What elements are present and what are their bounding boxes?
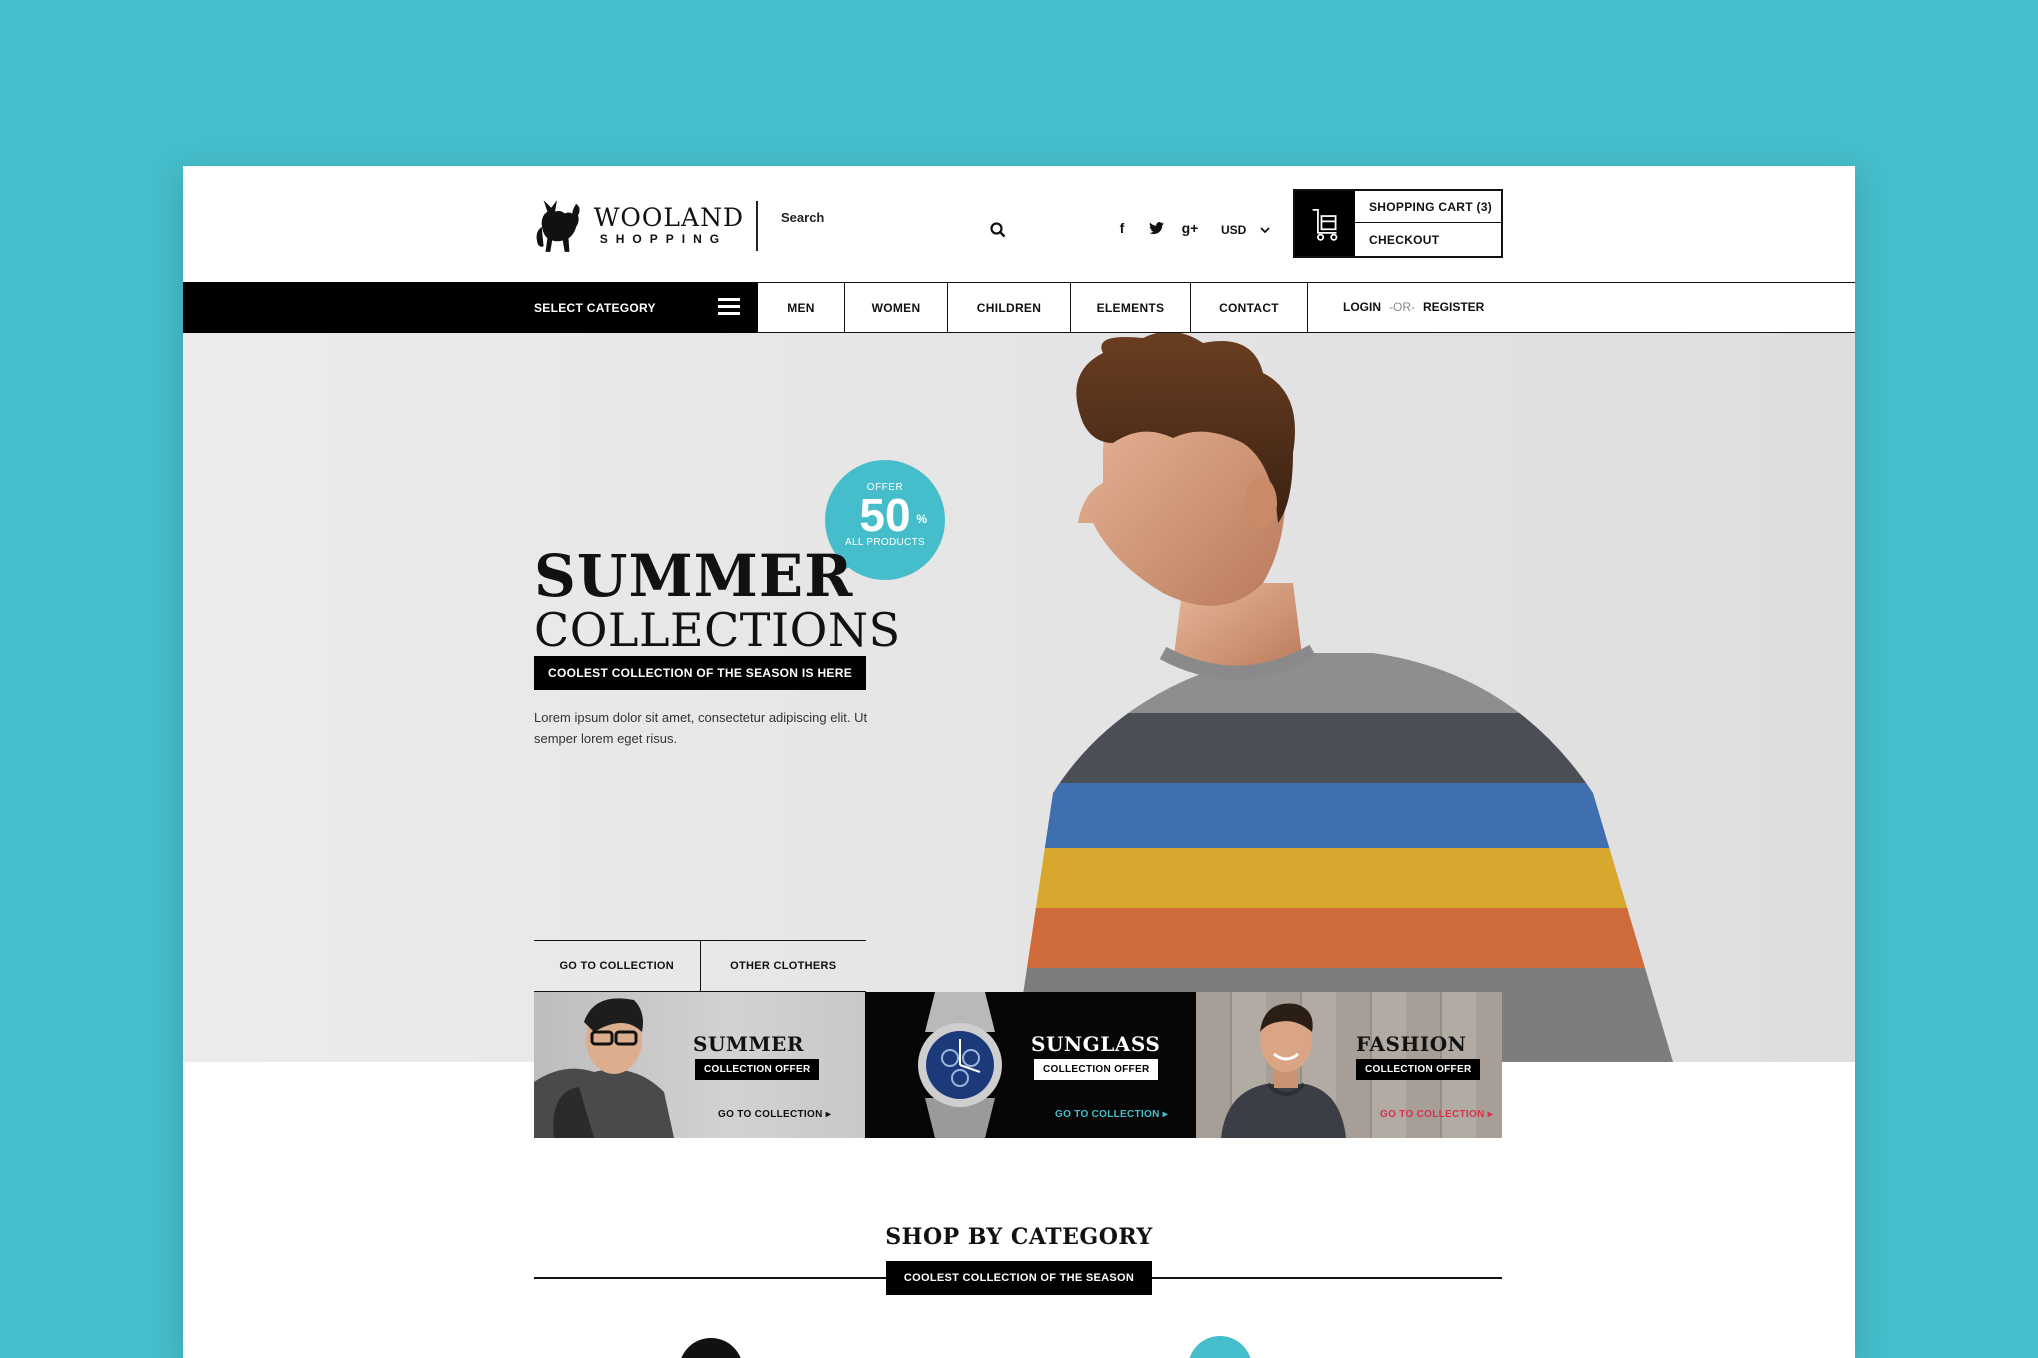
hero-model-image bbox=[1013, 333, 1673, 1062]
google-plus-icon[interactable]: g+ bbox=[1181, 219, 1199, 237]
hero-title: SUMMER COLLECTIONS bbox=[534, 542, 901, 657]
tile-badge: COLLECTION OFFER bbox=[1034, 1059, 1159, 1080]
promo-tiles: SUMMER COLLECTION OFFER GO TO COLLECTION… bbox=[534, 992, 1502, 1138]
nav-item-men[interactable]: MEN bbox=[758, 283, 845, 332]
cat-logo-icon bbox=[536, 200, 580, 252]
brand-subtitle: SHOPPING bbox=[599, 232, 728, 246]
logo-divider bbox=[756, 201, 758, 251]
nav-item-children[interactable]: CHILDREN bbox=[948, 283, 1071, 332]
tile-link[interactable]: GO TO COLLECTION ▸ bbox=[1055, 1109, 1168, 1120]
or-separator: -OR- bbox=[1389, 300, 1415, 314]
select-category-label: SELECT CATEGORY bbox=[534, 301, 656, 315]
hero-tagline: COOLEST COLLECTION OF THE SEASON IS HERE bbox=[534, 656, 866, 690]
facebook-icon[interactable]: f bbox=[1113, 219, 1131, 237]
shopping-cart-icon[interactable] bbox=[1295, 191, 1355, 256]
promo-tile-summer[interactable]: SUMMER COLLECTION OFFER GO TO COLLECTION… bbox=[534, 992, 865, 1138]
tile-link[interactable]: GO TO COLLECTION ▸ bbox=[718, 1109, 831, 1120]
brand-logo[interactable]: WOOLAND SHOPPING bbox=[534, 190, 744, 260]
menu-icon bbox=[718, 298, 740, 315]
tile-badge: COLLECTION OFFER bbox=[1356, 1059, 1481, 1080]
register-link[interactable]: REGISTER bbox=[1423, 300, 1484, 314]
tile-title: FASHION bbox=[1356, 1032, 1467, 1056]
tile-title: SUNGLASS bbox=[1031, 1032, 1161, 1056]
select-category-button[interactable]: SELECT CATEGORY bbox=[183, 282, 758, 333]
search-placeholder: Search bbox=[781, 210, 825, 225]
watch-image bbox=[918, 992, 1002, 1138]
hero-banner: OFFER 50% ALL PRODUCTS SUMMER COLLECTION… bbox=[183, 333, 1855, 1062]
nav-items: MEN WOMEN CHILDREN ELEMENTS CONTACT bbox=[758, 283, 1308, 332]
fashion-model-image bbox=[1221, 1003, 1346, 1138]
site-header: WOOLAND SHOPPING Search f g+ USD SHOPPIN… bbox=[183, 166, 1855, 282]
chevron-down-icon bbox=[1260, 227, 1270, 233]
brand-name: WOOLAND bbox=[593, 203, 744, 232]
social-links: f g+ bbox=[1113, 219, 1199, 237]
promo-tile-sunglass[interactable]: SUNGLASS COLLECTION OFFER GO TO COLLECTI… bbox=[865, 992, 1196, 1138]
auth-links: LOGIN -OR- REGISTER bbox=[1343, 300, 1484, 314]
nav-item-contact[interactable]: CONTACT bbox=[1191, 283, 1308, 332]
category-thumbnail[interactable] bbox=[679, 1338, 743, 1358]
shop-by-category-title: SHOP BY CATEGORY bbox=[885, 1224, 1153, 1250]
hero-description: Lorem ipsum dolor sit amet, consectetur … bbox=[534, 710, 868, 746]
hero-buttons: GO TO COLLECTION OTHER CLOTHERS bbox=[534, 940, 866, 992]
offer-value: 50% bbox=[859, 489, 927, 541]
tile-link[interactable]: GO TO COLLECTION ▸ bbox=[1380, 1109, 1493, 1120]
shopping-cart-link[interactable]: SHOPPING CART (3) bbox=[1355, 191, 1501, 223]
checkout-link[interactable]: CHECKOUT bbox=[1355, 224, 1501, 256]
currency-value: USD bbox=[1221, 223, 1247, 237]
main-nav: SELECT CATEGORY MEN WOMEN CHILDREN ELEME… bbox=[183, 282, 1855, 333]
cart-box: SHOPPING CART (3) CHECKOUT bbox=[1293, 189, 1503, 258]
promo-tile-fashion[interactable]: FASHION COLLECTION OFFER GO TO COLLECTIO… bbox=[1196, 992, 1502, 1138]
nav-item-women[interactable]: WOMEN bbox=[845, 283, 948, 332]
login-link[interactable]: LOGIN bbox=[1343, 300, 1381, 314]
shop-by-category-tagline: COOLEST COLLECTION OF THE SEASON bbox=[886, 1261, 1152, 1295]
nav-item-elements[interactable]: ELEMENTS bbox=[1071, 283, 1191, 332]
search-icon[interactable] bbox=[989, 221, 1007, 239]
other-clothers-button[interactable]: OTHER CLOTHERS bbox=[699, 941, 867, 991]
category-thumbnail[interactable] bbox=[1188, 1336, 1252, 1358]
twitter-icon[interactable] bbox=[1147, 219, 1165, 237]
tile-title: SUMMER bbox=[693, 1032, 805, 1056]
tile-badge: COLLECTION OFFER bbox=[695, 1059, 820, 1080]
website-mockup: WOOLAND SHOPPING Search f g+ USD SHOPPIN… bbox=[183, 166, 1855, 1358]
currency-select[interactable]: USD bbox=[1221, 223, 1270, 237]
summer-model-image bbox=[534, 998, 674, 1138]
go-to-collection-button[interactable]: GO TO COLLECTION bbox=[534, 941, 700, 991]
